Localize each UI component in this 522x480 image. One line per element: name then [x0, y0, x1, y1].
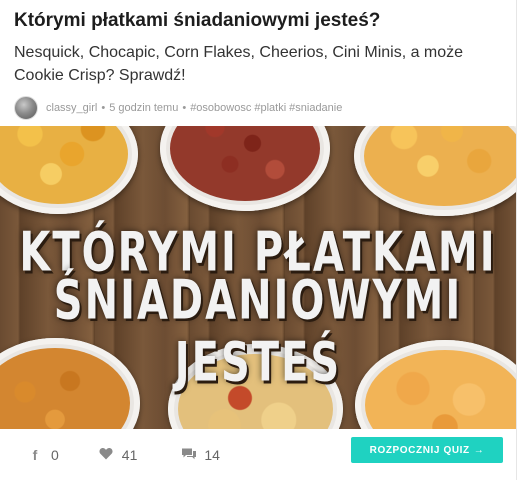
- post-time: 5 godzin temu: [109, 102, 179, 114]
- comment-stat[interactable]: 14: [181, 447, 220, 463]
- author-name[interactable]: classy_girl: [46, 102, 97, 114]
- start-quiz-label: ROZPOCZNIJ QUIZ: [369, 444, 470, 456]
- quiz-description: Nesquick, Chocapic, Corn Flakes, Cheerio…: [14, 44, 464, 84]
- quiz-title[interactable]: Którymi płatkami śniadaniowymi jesteś?: [14, 8, 504, 34]
- comment-count: 14: [204, 446, 220, 463]
- card-footer: f 0 41 14 ROZPOCZNIJ QUIZ →: [0, 429, 516, 480]
- quiz-card: Którymi płatkami śniadaniowymi jesteś? N…: [0, 0, 517, 480]
- cereal-bowl: [0, 126, 138, 214]
- cereal-bowl: [160, 126, 330, 211]
- tag-link[interactable]: #osobowosc: [190, 102, 251, 114]
- like-stat[interactable]: 41: [99, 446, 138, 463]
- tag-link[interactable]: #sniadanie: [289, 102, 342, 114]
- share-count: 0: [51, 446, 59, 463]
- avatar[interactable]: [14, 96, 38, 120]
- comment-icon: [181, 447, 197, 463]
- cereal-bowl: [354, 126, 516, 216]
- meta-separator: •: [101, 102, 106, 114]
- like-count: 41: [121, 446, 138, 463]
- facebook-icon: f: [32, 446, 38, 463]
- share-stat[interactable]: f 0: [28, 447, 59, 463]
- arrow-right-icon: →: [473, 444, 485, 456]
- heart-icon: [99, 447, 113, 463]
- image-headline-line-2: ŚNIADANIOWYMI JESTEŚ: [53, 269, 463, 395]
- quiz-cover-image[interactable]: KTÓRYMI PŁATKAMI ŚNIADANIOWYMI JESTEŚ: [0, 126, 516, 429]
- start-quiz-button[interactable]: ROZPOCZNIJ QUIZ →: [351, 437, 503, 463]
- quiz-meta: classy_girl • 5 godzin temu • #osobowosc…: [14, 96, 345, 120]
- meta-separator: •: [182, 102, 187, 114]
- tag-link[interactable]: #platki: [254, 102, 286, 114]
